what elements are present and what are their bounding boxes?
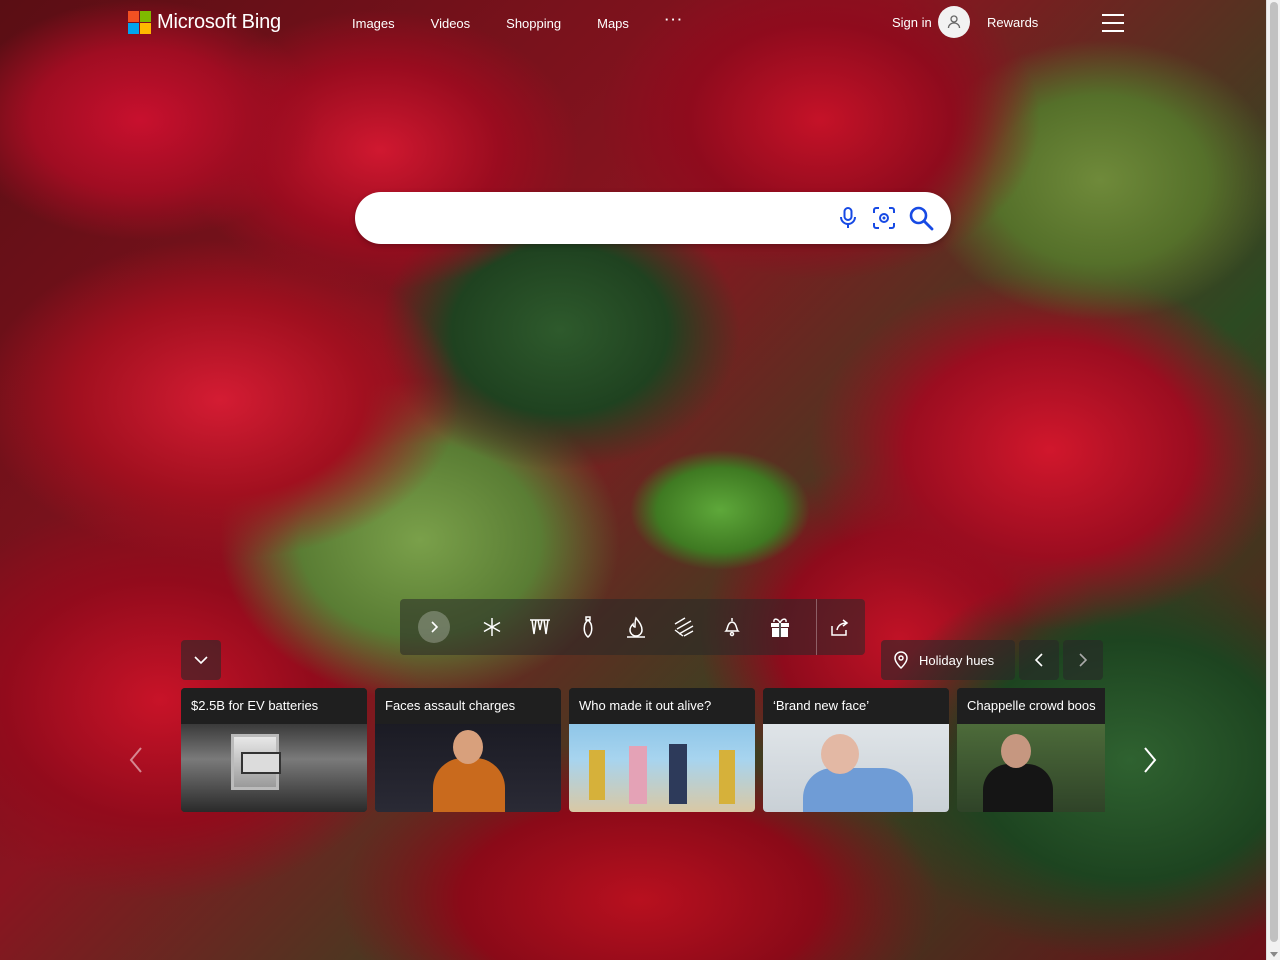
ornament-icon[interactable] xyxy=(576,615,600,639)
share-icon[interactable] xyxy=(828,615,852,639)
chevron-right-icon[interactable] xyxy=(418,611,450,643)
page-scrollbar[interactable] xyxy=(1266,0,1280,960)
carousel-prev-button[interactable] xyxy=(124,744,148,776)
chevron-right-icon xyxy=(1144,747,1157,773)
image-title: Holiday hues xyxy=(919,652,995,668)
location-pin-icon xyxy=(894,651,908,669)
search-input[interactable] xyxy=(377,206,837,230)
chevron-right-icon xyxy=(1079,653,1088,667)
bing-logo[interactable]: Microsoft Bing xyxy=(128,11,281,34)
user-icon xyxy=(947,15,960,29)
background-image xyxy=(0,0,1266,960)
news-card-image xyxy=(957,724,1105,812)
theme-toolbar xyxy=(400,599,865,655)
header: Microsoft Bing Images Videos Shopping Ma… xyxy=(0,0,1266,46)
news-card-title: $2.5B for EV batteries xyxy=(181,688,367,724)
rewards-link[interactable]: Rewards xyxy=(987,15,1038,30)
news-card[interactable]: Who made it out alive? xyxy=(569,688,755,812)
news-card-image xyxy=(375,724,561,812)
snowflake-icon[interactable] xyxy=(480,615,504,639)
nav-maps[interactable]: Maps xyxy=(597,16,629,31)
previous-image-button[interactable] xyxy=(1019,640,1059,680)
chevron-down-icon xyxy=(194,656,208,665)
gift-icon[interactable] xyxy=(768,615,792,639)
fireplace-icon[interactable] xyxy=(624,615,648,639)
visual-search-icon[interactable] xyxy=(871,205,897,231)
microphone-icon[interactable] xyxy=(835,205,861,231)
news-card-image xyxy=(181,724,367,812)
avatar xyxy=(937,6,970,38)
news-card-image xyxy=(763,724,949,812)
menu-icon[interactable] xyxy=(1102,14,1124,32)
bell-icon[interactable] xyxy=(720,615,744,639)
news-card[interactable]: $2.5B for EV batteries xyxy=(181,688,367,812)
search-box xyxy=(355,192,951,244)
nav-images[interactable]: Images xyxy=(352,16,395,31)
nav-more[interactable]: ··· xyxy=(665,12,684,31)
search-icon[interactable] xyxy=(908,205,934,231)
news-card[interactable]: ‘Brand new face’ xyxy=(763,688,949,812)
top-nav: Images Videos Shopping Maps ··· xyxy=(352,12,720,31)
news-card-title: Faces assault charges xyxy=(375,688,561,724)
news-card-image xyxy=(569,724,755,812)
sign-in-button[interactable]: Sign in xyxy=(892,6,970,38)
microsoft-logo-icon xyxy=(128,11,151,34)
nav-shopping[interactable]: Shopping xyxy=(506,16,561,31)
logo-text: Microsoft Bing xyxy=(157,11,281,33)
news-card[interactable]: Chappelle crowd boos xyxy=(957,688,1105,812)
news-card-title: Who made it out alive? xyxy=(569,688,755,724)
news-card-title: ‘Brand new face’ xyxy=(763,688,949,724)
scroll-down-arrow-icon[interactable] xyxy=(1270,952,1278,957)
scrollbar-thumb[interactable] xyxy=(1270,2,1278,942)
collapse-feed-button[interactable] xyxy=(181,640,221,680)
news-carousel: $2.5B for EV batteries Faces assault cha… xyxy=(181,688,1105,812)
chevron-left-icon xyxy=(129,747,142,773)
sign-in-label: Sign in xyxy=(892,14,932,30)
news-card-title: Chappelle crowd boos xyxy=(957,688,1105,724)
news-card[interactable]: Faces assault charges xyxy=(375,688,561,812)
chevron-left-icon xyxy=(1034,653,1043,667)
next-image-button[interactable] xyxy=(1063,640,1103,680)
icicles-icon[interactable] xyxy=(528,615,552,639)
nav-videos[interactable]: Videos xyxy=(431,16,471,31)
toolbar-divider xyxy=(816,599,817,655)
image-info-button[interactable]: Holiday hues xyxy=(881,640,1015,680)
snow-icon[interactable] xyxy=(672,615,696,639)
carousel-next-button[interactable] xyxy=(1138,744,1162,776)
